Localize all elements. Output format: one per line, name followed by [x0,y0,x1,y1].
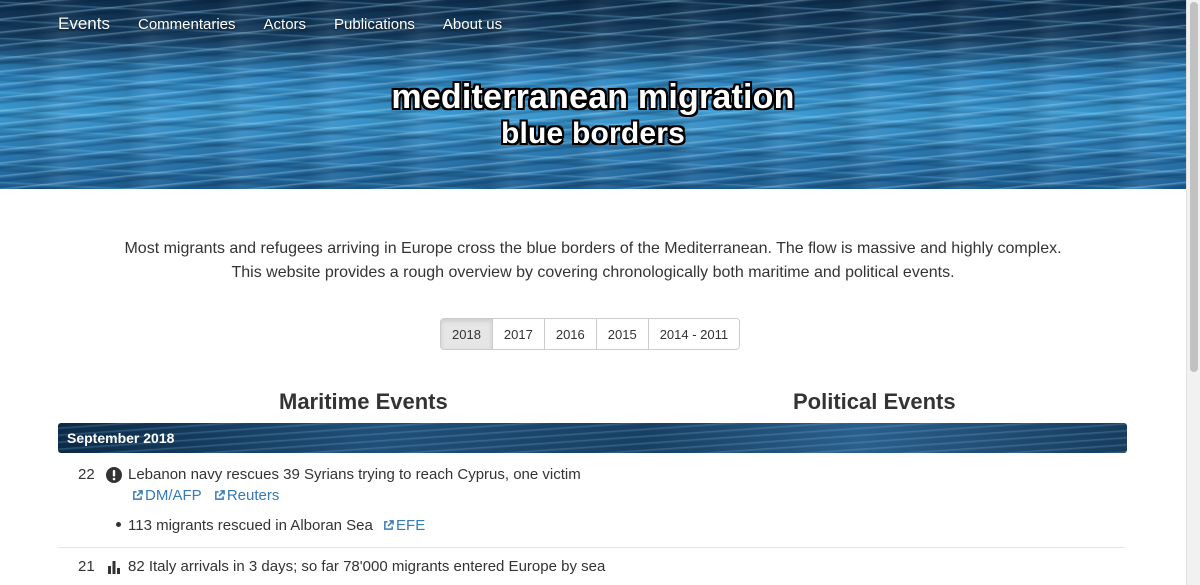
bullet-dot [116,522,121,527]
source-link-reuters[interactable]: Reuters [214,487,280,504]
source-link-label: Reuters [226,487,280,504]
nav-brand-events[interactable]: Events [58,14,110,34]
intro-text: Most migrants and refugees arriving in E… [0,237,1186,285]
external-link-icon [133,490,143,500]
year-button-2018[interactable]: 2018 [441,319,493,349]
event-sources: DM/AFP Reuters [132,487,287,504]
scrollbar-thumb[interactable] [1190,2,1198,372]
year-selector: 2018 2017 2016 2015 2014 - 2011 [440,318,741,350]
event-day: 21 [78,558,95,575]
year-button-2015[interactable]: 2015 [596,319,649,349]
intro-line1: Most migrants and refugees arriving in E… [124,240,1062,257]
month-bar: September 2018 [58,423,1127,453]
year-button-2014-2011[interactable]: 2014 - 2011 [648,319,740,349]
nav-item-publications[interactable]: Publications [334,16,415,33]
bar-chart-icon [108,561,120,574]
exclamation-circle-icon [106,467,122,483]
vertical-scrollbar[interactable] [1186,0,1200,585]
site-title-line1: mediterranean migration [391,78,795,116]
site-title-line2: blue borders [500,117,686,150]
maritime-events-heading: Maritime Events [279,389,448,414]
source-link-label: DM/AFP [145,487,202,504]
year-button-2017[interactable]: 2017 [492,319,545,349]
page: Events Commentaries Actors Publications … [0,0,1186,585]
intro-line2: This website provides a rough overview b… [231,264,955,281]
external-link-icon [214,490,225,500]
event-text: Lebanon navy rescues 39 Syrians trying t… [128,466,581,483]
external-link-icon [384,520,394,530]
year-button-2016[interactable]: 2016 [544,319,597,349]
site-title: mediterranean migration blue borders [0,78,1186,152]
source-link-efe[interactable]: EFE [383,517,425,534]
header-banner: Events Commentaries Actors Publications … [0,0,1186,189]
top-nav: Events Commentaries Actors Publications … [0,0,530,48]
list-item: 113 migrants rescued in Alboran Sea EFE [116,517,433,534]
event-text: 82 Italy arrivals in 3 days; so far 78'0… [128,558,606,575]
political-events-heading: Political Events [793,389,956,414]
nav-item-actors[interactable]: Actors [264,16,307,33]
event-divider [58,547,1125,548]
source-link-label: EFE [396,517,426,534]
event-day: 22 [78,466,95,483]
nav-item-commentaries[interactable]: Commentaries [138,16,236,33]
nav-item-about-us[interactable]: About us [443,16,502,33]
source-link-dm-afp[interactable]: DM/AFP [132,487,202,504]
month-label: September 2018 [67,430,175,446]
bullet-text: 113 migrants rescued in Alboran Sea [128,517,373,534]
